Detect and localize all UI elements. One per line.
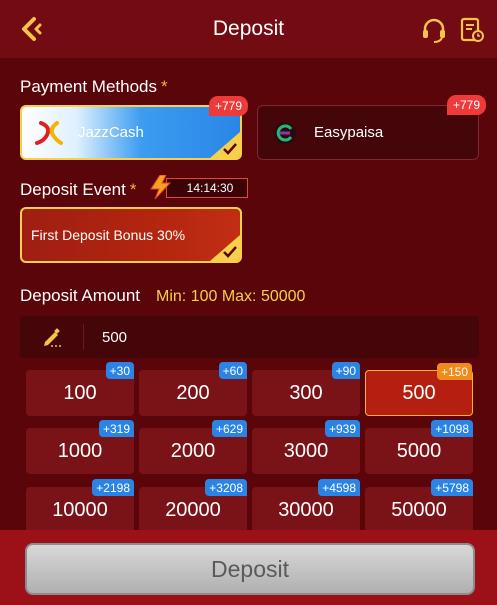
amount-chip[interactable]: 20000 +3208 bbox=[139, 479, 247, 533]
amount-chip[interactable]: 30000 +4598 bbox=[252, 479, 360, 533]
amount-chip[interactable]: 3000 +939 bbox=[252, 420, 360, 474]
chip-amount: 200 bbox=[176, 381, 210, 404]
bonus-badge: +779 bbox=[208, 96, 248, 116]
deposit-amount-title: Deposit Amount bbox=[20, 286, 141, 305]
records-icon bbox=[460, 17, 484, 42]
amount-input[interactable]: 500 bbox=[20, 316, 479, 358]
deposit-event-title: Deposit Event bbox=[20, 180, 126, 199]
amount-chip[interactable]: 50000 +5798 bbox=[365, 479, 473, 533]
chip-bonus: +319 bbox=[98, 420, 134, 437]
chip-amount: 500 bbox=[402, 381, 436, 404]
chip-bonus: +150 bbox=[436, 363, 472, 380]
amount-chip[interactable]: 300 +90 bbox=[252, 362, 360, 416]
edit-pencil-icon bbox=[20, 324, 84, 350]
chip-bonus: +5798 bbox=[431, 479, 473, 496]
support-button[interactable] bbox=[420, 16, 448, 44]
payment-methods-label: Payment Methods * bbox=[20, 77, 168, 97]
amount-chip[interactable]: 10000 +2198 bbox=[26, 479, 134, 533]
chip-amount: 300 bbox=[289, 381, 323, 404]
chip-bonus: +90 bbox=[331, 362, 360, 379]
chip-bonus: +2198 bbox=[92, 479, 134, 496]
required-mark: * bbox=[129, 180, 137, 199]
back-button[interactable] bbox=[16, 14, 46, 44]
amount-chip[interactable]: 2000 +629 bbox=[139, 420, 247, 474]
selected-check-icon bbox=[210, 132, 240, 158]
jazzcash-logo-icon bbox=[32, 116, 66, 150]
event-option-label: First Deposit Bonus 30% bbox=[31, 227, 186, 243]
chip-bonus: +629 bbox=[211, 420, 247, 437]
min-max-range: Min: 100 Max: 50000 bbox=[156, 288, 306, 305]
lightning-icon bbox=[150, 175, 172, 199]
bonus-badge: +779 bbox=[446, 95, 486, 115]
records-button[interactable] bbox=[458, 16, 486, 44]
payment-option-name: JazzCash bbox=[78, 124, 144, 141]
payment-option-name: Easypaisa bbox=[314, 124, 384, 141]
amount-chip[interactable]: 1000 +319 bbox=[26, 420, 134, 474]
chip-amount: 30000 bbox=[278, 498, 334, 521]
chip-bonus: +30 bbox=[105, 362, 134, 379]
amount-chip-selected[interactable]: 500 +150 bbox=[365, 363, 473, 416]
chip-amount: 3000 bbox=[283, 439, 329, 462]
chip-bonus: +1098 bbox=[431, 420, 473, 437]
deposit-amount-label: Deposit Amount Min: 100 Max: 50000 bbox=[20, 286, 305, 306]
chip-amount: 10000 bbox=[52, 498, 108, 521]
amount-chip[interactable]: 5000 +1098 bbox=[365, 420, 473, 474]
event-countdown: 14:14:30 bbox=[148, 175, 248, 199]
headset-icon bbox=[423, 18, 445, 43]
deposit-submit-button[interactable]: Deposit bbox=[25, 543, 475, 595]
chip-amount: 100 bbox=[63, 381, 97, 404]
payment-methods-title: Payment Methods bbox=[20, 77, 158, 96]
event-option-first-deposit[interactable]: First Deposit Bonus 30% bbox=[20, 207, 242, 263]
required-mark: * bbox=[161, 77, 168, 96]
chip-amount: 5000 bbox=[396, 439, 442, 462]
chip-amount: 1000 bbox=[57, 439, 103, 462]
amount-value: 500 bbox=[102, 328, 128, 346]
chip-bonus: +60 bbox=[218, 362, 247, 379]
chip-amount: 20000 bbox=[165, 498, 221, 521]
chevron-left-icon bbox=[22, 17, 42, 41]
payment-option-jazzcash[interactable]: JazzCash +779 bbox=[20, 96, 248, 160]
header-bar: Deposit bbox=[0, 0, 497, 58]
easypaisa-logo-icon bbox=[268, 116, 302, 150]
selected-check-icon bbox=[210, 235, 240, 261]
chip-bonus: +939 bbox=[324, 420, 360, 437]
chip-bonus: +4598 bbox=[318, 479, 360, 496]
footer-bar: Deposit bbox=[0, 530, 497, 605]
chip-bonus: +3208 bbox=[205, 479, 247, 496]
page-title: Deposit bbox=[212, 17, 285, 40]
amount-chip[interactable]: 200 +60 bbox=[139, 362, 247, 416]
chip-amount: 2000 bbox=[170, 439, 216, 462]
amount-chip[interactable]: 100 +30 bbox=[26, 362, 134, 416]
countdown-time: 14:14:30 bbox=[166, 178, 248, 198]
deposit-event-label: Deposit Event * bbox=[20, 180, 136, 200]
payment-option-easypaisa[interactable]: Easypaisa +779 bbox=[257, 95, 486, 160]
chip-amount: 50000 bbox=[391, 498, 447, 521]
